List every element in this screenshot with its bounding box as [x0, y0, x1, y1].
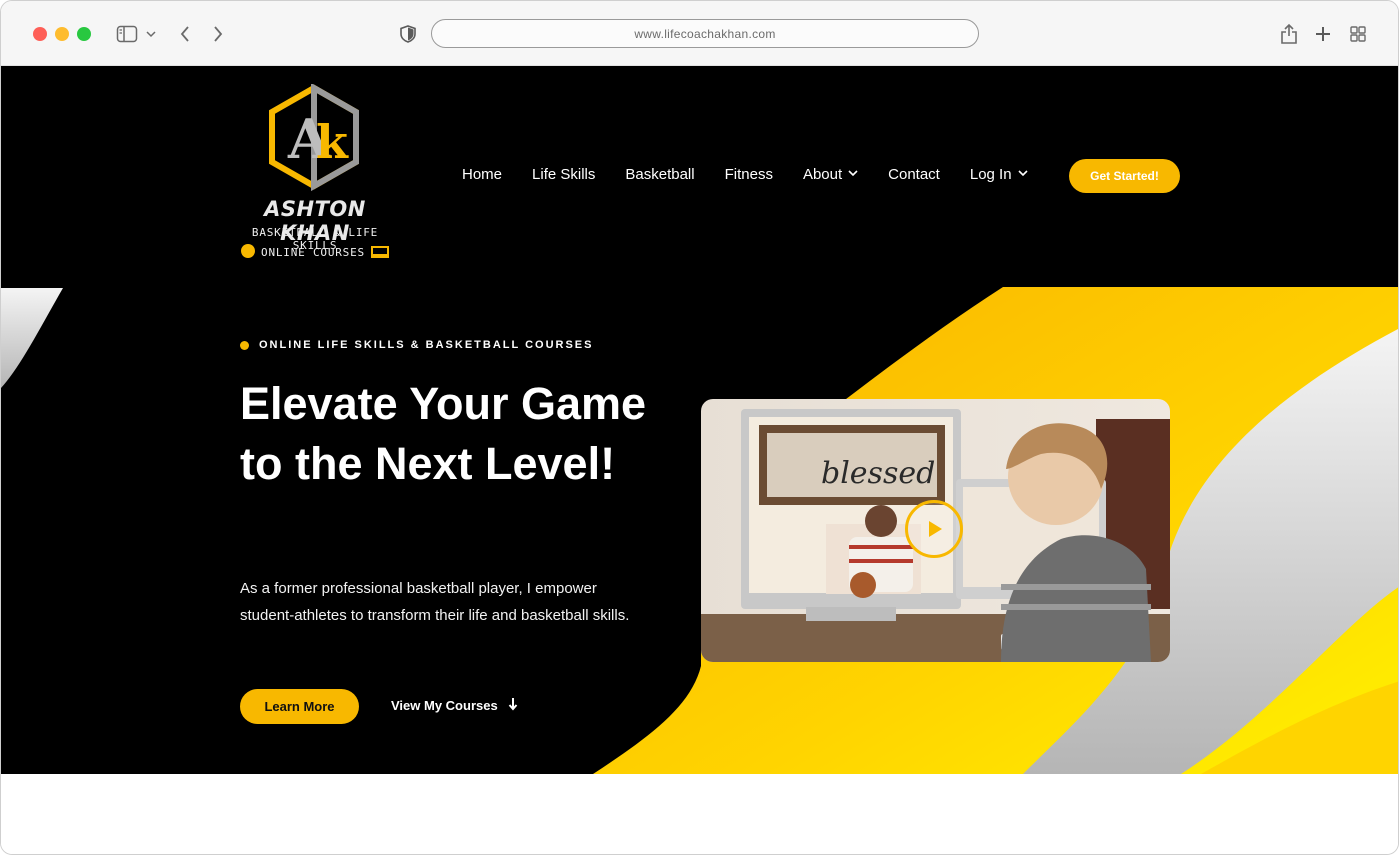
logo-emblem-icon: A k [269, 84, 359, 192]
nav-item-contact[interactable]: Contact [888, 166, 940, 183]
nav-item-login[interactable]: Log In [970, 166, 1028, 183]
nav-item-life-skills[interactable]: Life Skills [532, 166, 595, 183]
browser-window: www.lifecoachakhan.com A k ASHTON KHAN B… [0, 0, 1399, 855]
svg-text:k: k [316, 115, 349, 169]
minimize-window-button[interactable] [55, 27, 69, 41]
close-window-button[interactable] [33, 27, 47, 41]
chevron-down-icon [1018, 169, 1028, 180]
get-started-button[interactable]: Get Started! [1069, 159, 1180, 193]
dot-icon [240, 340, 249, 350]
nav-item-basketball[interactable]: Basketball [625, 166, 694, 183]
arrow-down-icon [508, 697, 518, 714]
hero-headline: Elevate Your Game to the Next Level! [240, 378, 647, 489]
address-bar[interactable]: www.lifecoachakhan.com [431, 19, 979, 48]
website-hero: A k ASHTON KHAN BASKETBALL & LIFE SKILLS… [1, 66, 1398, 774]
hero-description: As a former professional basketball play… [240, 580, 630, 624]
logo-subtitle: ONLINE COURSES [226, 244, 404, 259]
hero-kicker: ONLINE LIFE SKILLS & BASKETBALL COURSES [240, 339, 593, 351]
view-courses-link[interactable]: View My Courses [391, 697, 518, 714]
grid-icon[interactable] [1347, 23, 1369, 45]
plus-icon[interactable] [1312, 23, 1334, 45]
shield-icon[interactable] [397, 23, 419, 45]
forward-icon[interactable] [207, 23, 229, 45]
play-icon[interactable] [905, 500, 963, 558]
nav-item-about[interactable]: About [803, 166, 858, 183]
main-nav: Home Life Skills Basketball Fitness Abou… [462, 166, 1058, 183]
nav-item-fitness[interactable]: Fitness [725, 166, 773, 183]
chevron-down-icon [848, 169, 858, 180]
site-logo[interactable]: A k ASHTON KHAN BASKETBALL & LIFE SKILLS… [226, 84, 404, 266]
laptop-icon [370, 246, 389, 258]
chevron-down-icon[interactable] [142, 23, 160, 45]
browser-toolbar: www.lifecoachakhan.com [1, 1, 1398, 66]
back-icon[interactable] [174, 23, 196, 45]
url-text: www.lifecoachakhan.com [634, 26, 776, 41]
blessed-sign-text: blessed [821, 456, 935, 491]
intro-video-thumbnail[interactable]: blessed [701, 399, 1170, 662]
page-lower-section [1, 774, 1398, 854]
zoom-window-button[interactable] [77, 27, 91, 41]
basketball-icon [241, 244, 256, 258]
share-icon[interactable] [1278, 23, 1300, 45]
learn-more-button[interactable]: Learn More [240, 689, 359, 724]
nav-item-home[interactable]: Home [462, 166, 502, 183]
sidebar-icon[interactable] [116, 23, 138, 45]
